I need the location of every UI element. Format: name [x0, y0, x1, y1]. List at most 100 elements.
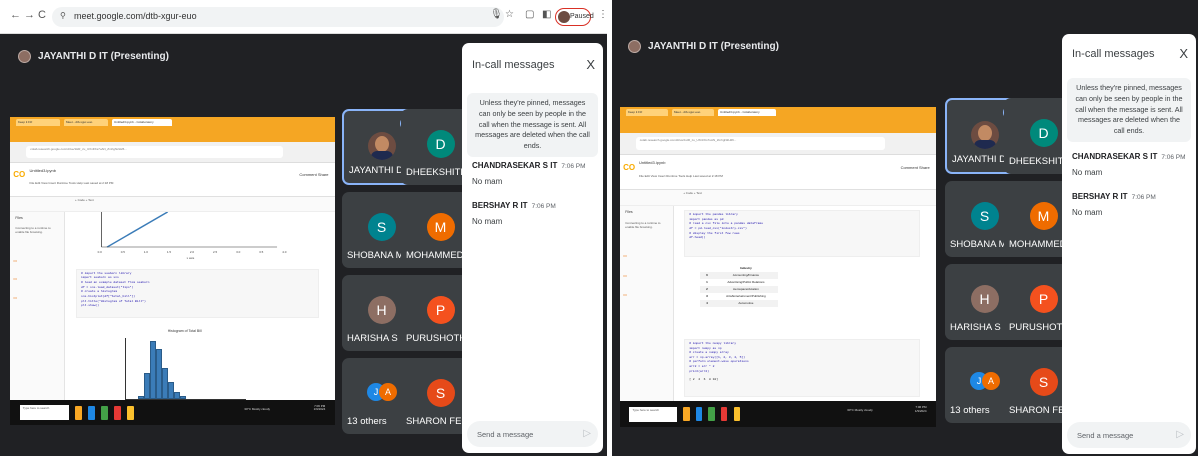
send-icon[interactable]: ▷ [1176, 429, 1184, 440]
send-icon[interactable]: ▷ [583, 428, 591, 439]
avatar [367, 132, 396, 160]
df-row: 1 Advertising/Public Relations [700, 279, 778, 286]
message-time: 7:06 PM [531, 203, 556, 210]
files-message: Connecting to a runtime to enable file b… [15, 226, 51, 235]
app-icon [127, 405, 134, 420]
profile-button[interactable]: Paused [555, 8, 594, 26]
colab-share: Comment Share [900, 164, 930, 170]
shared-url: colab.research.google.com/drive/1HR_zu_U… [26, 145, 283, 159]
chat-notice: Unless they're pinned, messages can only… [1067, 78, 1191, 142]
chat-panel: In-call messages X Unless they're pinned, … [462, 43, 603, 453]
df-index: 0 [706, 273, 708, 278]
folder-icon: ▭ [623, 253, 627, 259]
address-bar[interactable]: ⚲ meet.google.com/dtb-xgur-euo [52, 7, 504, 27]
forward-arrow-icon[interactable]: → [24, 9, 35, 21]
code-cell: # import the seaborn library import seab… [76, 268, 319, 318]
folder-icon: ▭ [623, 272, 627, 278]
presenter-header: JAYANTHI D IT (Presenting) [18, 50, 169, 63]
shared-tabstrip: Keep it Fit! Meet - dtb-xgur-euo Untitle… [620, 107, 936, 133]
histogram-title: Histogram of Total Bill [167, 328, 202, 333]
code-text: # import the numpy library import numpy … [689, 341, 749, 373]
close-icon[interactable]: X [586, 57, 595, 72]
chat-input[interactable]: Send a message [467, 421, 598, 447]
colab-share: Comment Share [299, 172, 329, 178]
back-arrow-icon[interactable]: ← [10, 9, 21, 21]
code-output: [ 2 4 6 8 10] [689, 378, 719, 382]
presenter-avatar [18, 50, 31, 63]
df-row: 2 Aerospace/Aviation [699, 285, 778, 293]
shared-screen: Keep it Fit! Meet - dtb-xgur-euo Untitle… [10, 117, 335, 425]
avatar: A [379, 383, 397, 401]
avatar: S [1029, 368, 1058, 396]
message-text: No mam [472, 217, 503, 226]
reload-icon[interactable]: C [38, 9, 46, 21]
chat-title: In-call messages [472, 59, 555, 71]
taskbar-clock: 7:06 PM 1/9/2024 [313, 403, 326, 412]
avatar [970, 121, 999, 149]
shared-tab: Meet - dtb-xgur-euo [64, 119, 108, 126]
chat-message: BERSHAY R IT 7:06 PM No mam [472, 195, 556, 226]
app-icon [114, 405, 121, 420]
notebook-title: Untitled3.ipynb [638, 159, 666, 165]
others-avatars: JA [970, 372, 1002, 390]
shared-tab: Untitled3.ipynb - Colaboratory [112, 119, 172, 126]
star-icon[interactable]: ☆ [505, 9, 514, 20]
folder-icon: ▭ [13, 295, 18, 301]
folder-icon: ▭ [13, 276, 18, 282]
windows-taskbar: Type here to search 30°C Mostly cloudy 7… [10, 400, 335, 425]
taskbar-weather: 30°C Mostly cloudy [847, 407, 873, 412]
message-time: 7:06 PM [1161, 154, 1186, 161]
more-vert-icon[interactable]: ⋮ [598, 9, 607, 20]
dataframe-output: Industry 0 Accounting/Finance 1 Advertising/… [699, 265, 778, 307]
chat-message: CHANDRASEKAR S IT 7:06 PM No mam [472, 155, 586, 186]
df-index: 2 [706, 287, 708, 292]
mic-icon[interactable]: 🎙 [490, 9, 503, 20]
app-icon [101, 405, 108, 420]
taskbar-clock: 7:06 PM 1/9/2024 [914, 405, 927, 413]
avatar-body [973, 140, 996, 149]
colab-toolbar: + Code + Text [620, 190, 936, 207]
chat-panel: In-call messages X Unless they're pinned, … [1062, 34, 1196, 454]
sidepanel-icon[interactable]: ◧ [542, 9, 551, 20]
colab-header: CO Untitled3.ipynb File Edit View Insert… [10, 163, 335, 198]
x-ticks: 0.0 0.5 1.0 1.5 2.0 2.5 3.0 3.5 4.0 [97, 250, 287, 255]
df-header-row: Industry [700, 265, 778, 272]
shared-screen: Keep it Fit! Meet - dtb-xgur-euo Untitle… [620, 107, 936, 427]
app-icon [695, 407, 703, 422]
chat-input[interactable]: Send a message [1067, 422, 1191, 448]
chat-notice: Unless they're pinned, messages can only… [467, 93, 598, 157]
avatar: D [426, 130, 455, 158]
avatar-face [977, 125, 992, 141]
taskbar-search: Type here to search [19, 405, 69, 421]
presenter-avatar [628, 40, 641, 53]
x-label: x axis [186, 255, 195, 260]
shared-url: colab.research.google.com/drive/1HR_zu_U… [635, 136, 886, 150]
message-sender: BERSHAY R IT [472, 201, 528, 210]
folder-icon: ▭ [623, 292, 627, 298]
presenter-header: JAYANTHI D IT (Presenting) [628, 40, 779, 53]
avatar: P [426, 296, 455, 324]
shared-tab: Keep it Fit! [16, 119, 60, 126]
notebook-title: Untitled3.ipynb [29, 167, 56, 173]
df-row: 3 Arts/Entertainment/Publishing [700, 293, 778, 300]
avatar: D [1029, 119, 1058, 147]
close-icon[interactable]: X [1179, 46, 1188, 61]
others-avatars: JA [367, 383, 399, 401]
colab-notebook: 0.0 0.5 1.0 1.5 2.0 2.5 3.0 3.5 4.0 x axis # imp… [65, 212, 335, 401]
avatar: M [426, 213, 455, 241]
extensions-icon[interactable]: ▢ [525, 9, 534, 20]
colab-notebook: # import the pandas library import panda… [673, 206, 936, 402]
files-label: Files [625, 210, 633, 215]
df-value: Automotive [738, 301, 754, 306]
code-text: # import the seaborn library import seab… [81, 271, 150, 308]
message-text: No mam [1072, 168, 1103, 177]
windows-taskbar: Type here to search 30°C Mostly cloudy 7… [620, 401, 936, 427]
avatar: M [1029, 202, 1058, 230]
app-icon [683, 407, 690, 422]
message-time: 7:06 PM [1131, 194, 1156, 201]
folder-icon: ▭ [13, 257, 18, 263]
avatar: S [970, 202, 999, 230]
app-icon [733, 407, 741, 422]
df-index: 4 [706, 301, 708, 306]
site-info-icon[interactable]: ⚲ [60, 11, 66, 20]
